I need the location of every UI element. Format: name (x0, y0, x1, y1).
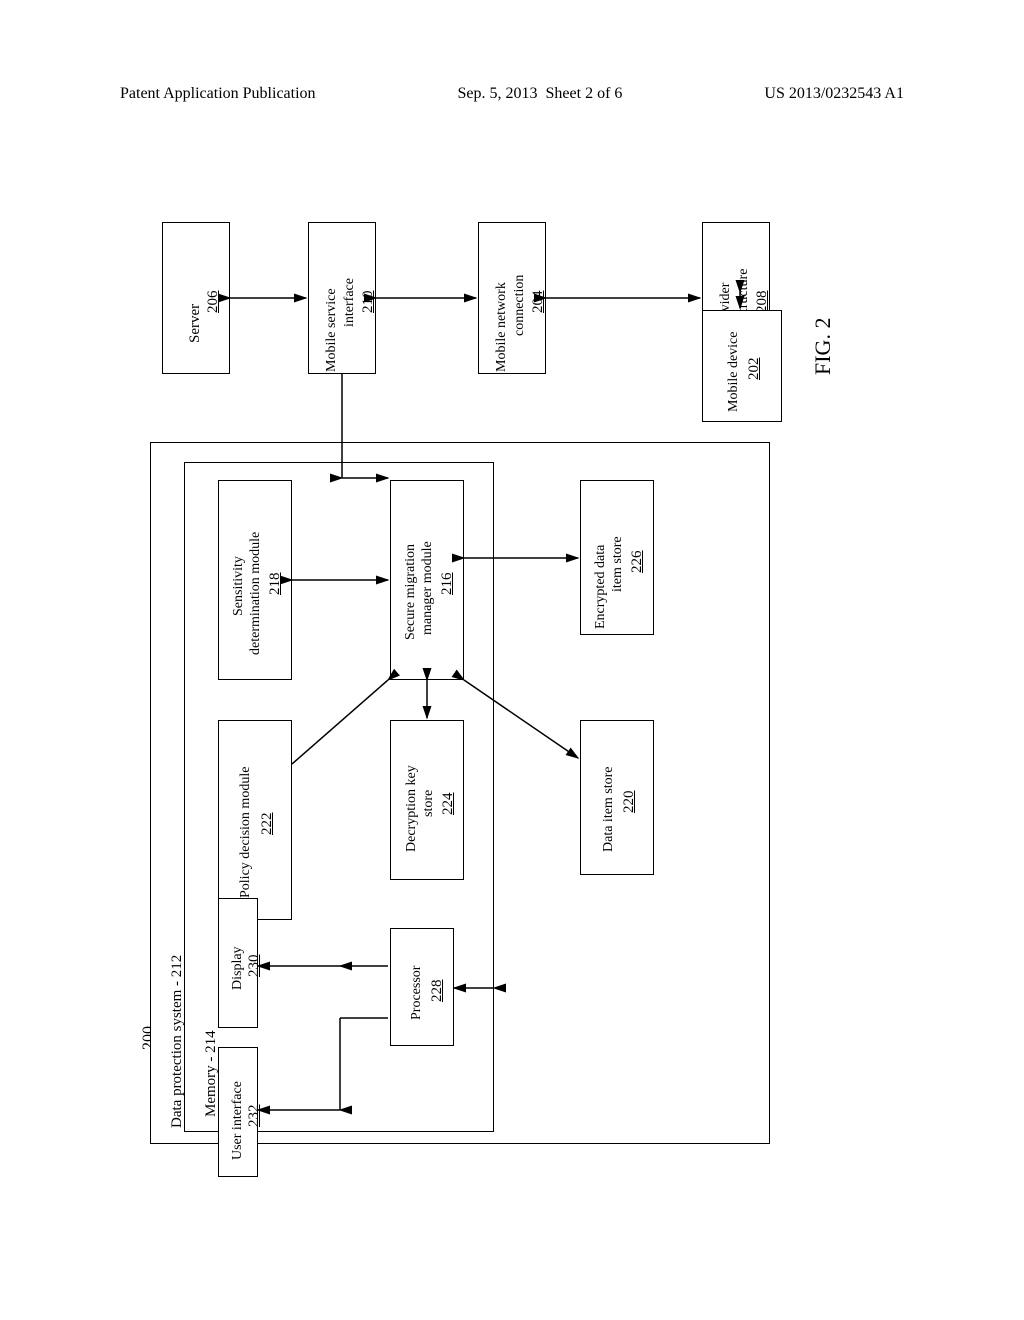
figure-area: 200 FIG. 2 Server 206 Mobile service int… (0, 180, 1024, 1150)
pub-number: US 2013/0232543 A1 (764, 85, 904, 103)
pub-date: Sep. 5, 2013 (458, 85, 538, 102)
page-header: Patent Application Publication Sep. 5, 2… (0, 85, 1024, 103)
pub-title: Patent Application Publication (120, 85, 316, 103)
page: Patent Application Publication Sep. 5, 2… (0, 0, 1024, 1320)
connectors-svg (0, 180, 1024, 1150)
pub-date-sheet: Sep. 5, 2013 Sheet 2 of 6 (458, 85, 623, 103)
pub-sheet: Sheet 2 of 6 (546, 85, 623, 102)
